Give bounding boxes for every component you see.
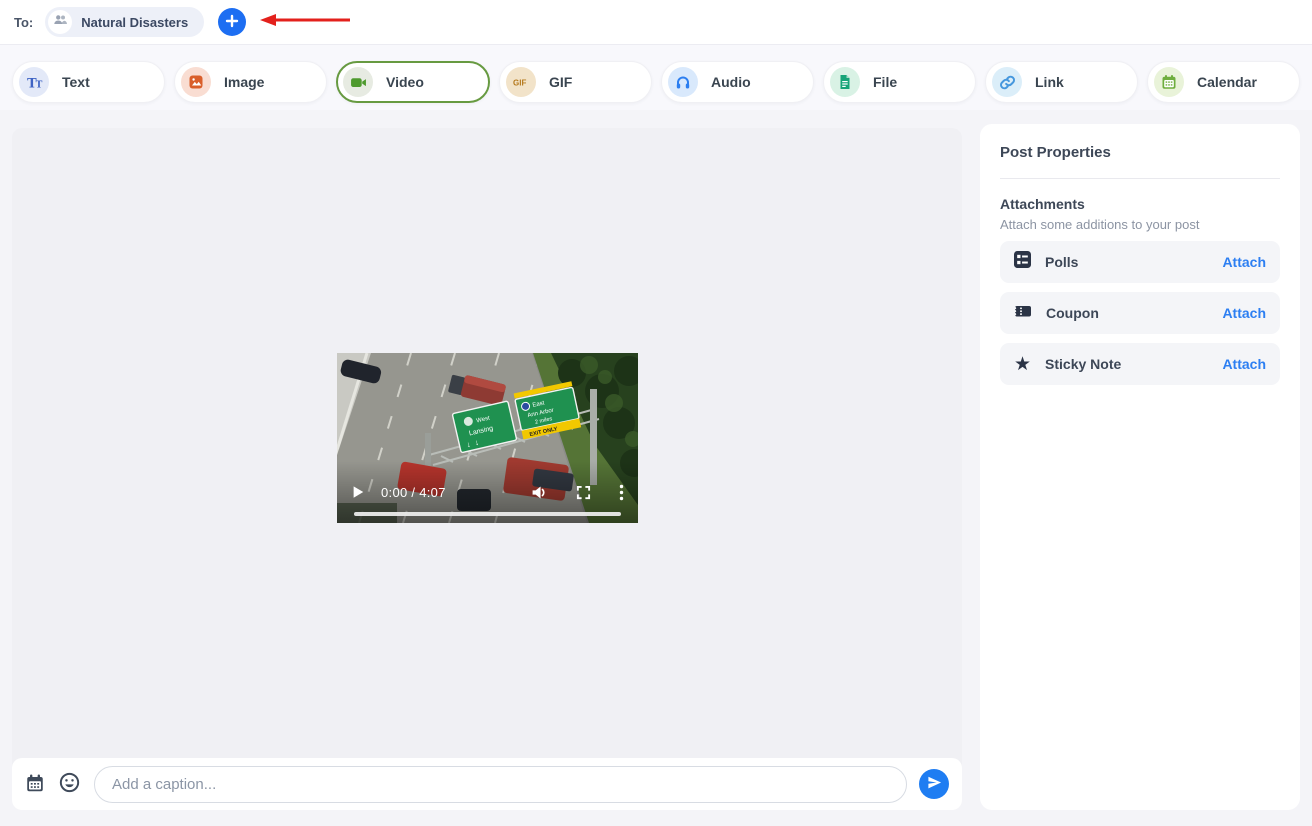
video-progress-bar[interactable] bbox=[354, 512, 621, 516]
recipient-bar: To: Natural Disasters bbox=[0, 0, 1312, 45]
avatar bbox=[48, 10, 73, 34]
send-button[interactable] bbox=[919, 769, 949, 799]
video-time-display: 0:00 / 4:07 bbox=[381, 484, 446, 500]
recipient-chip-label: Natural Disasters bbox=[81, 14, 189, 30]
emoji-smile-icon bbox=[59, 772, 80, 796]
calendar-icon bbox=[25, 773, 45, 796]
tab-label: Calendar bbox=[1197, 74, 1257, 90]
attachment-label: Coupon bbox=[1046, 305, 1099, 321]
coupon-icon bbox=[1013, 303, 1032, 324]
tab-video[interactable]: Video bbox=[336, 61, 490, 103]
emoji-button[interactable] bbox=[59, 772, 80, 796]
tab-label: File bbox=[873, 74, 898, 90]
attachment-label: Sticky Note bbox=[1045, 356, 1122, 372]
headphones-icon bbox=[668, 67, 698, 97]
star-icon: ★ bbox=[1014, 353, 1032, 375]
tab-image[interactable]: Image bbox=[174, 61, 327, 103]
recipient-chip[interactable]: Natural Disasters bbox=[45, 7, 205, 37]
attach-polls-button[interactable]: Attach bbox=[1222, 254, 1266, 270]
svg-text:GIF: GIF bbox=[513, 79, 526, 88]
tab-label: Text bbox=[62, 74, 90, 90]
add-recipient-button[interactable] bbox=[218, 8, 247, 36]
post-properties-panel: Post Properties Attachments Attach some … bbox=[980, 124, 1300, 810]
tab-label: Image bbox=[224, 74, 265, 90]
attach-coupon-button[interactable]: Attach bbox=[1222, 305, 1266, 321]
caption-bar bbox=[12, 758, 962, 810]
play-button[interactable] bbox=[351, 485, 365, 499]
plus-icon bbox=[225, 14, 239, 31]
panel-title: Post Properties bbox=[1000, 144, 1280, 179]
attachment-row-polls: Polls Attach bbox=[1000, 241, 1280, 283]
video-player[interactable]: West Lansing ↓ ↓ East Ann Arbor 2 miles … bbox=[337, 353, 638, 523]
caption-input[interactable] bbox=[94, 765, 907, 803]
tab-text[interactable]: TT Text bbox=[12, 61, 165, 103]
attach-sticky-note-button[interactable]: Attach bbox=[1222, 356, 1266, 372]
attachments-heading: Attachments bbox=[1000, 196, 1085, 212]
post-preview-canvas: West Lansing ↓ ↓ East Ann Arbor 2 miles … bbox=[12, 128, 962, 810]
gif-icon: GIF bbox=[506, 67, 536, 97]
attachments-subtitle: Attach some additions to your post bbox=[1000, 217, 1200, 232]
post-type-tabs: TT Text Image Video GIF GIF Audio File L… bbox=[0, 45, 1312, 110]
link-icon bbox=[992, 67, 1022, 97]
more-options-icon[interactable] bbox=[619, 484, 624, 501]
attachment-row-coupon: Coupon Attach bbox=[1000, 292, 1280, 334]
text-icon: TT bbox=[19, 67, 49, 97]
tab-audio[interactable]: Audio bbox=[661, 61, 814, 103]
image-icon bbox=[181, 67, 211, 97]
schedule-button[interactable] bbox=[25, 773, 45, 796]
video-camera-icon bbox=[343, 67, 373, 97]
tab-calendar[interactable]: Calendar bbox=[1147, 61, 1300, 103]
fullscreen-button[interactable] bbox=[576, 485, 591, 500]
group-icon bbox=[53, 12, 68, 32]
send-paper-plane-icon bbox=[927, 775, 942, 793]
poll-icon bbox=[1014, 251, 1031, 273]
tab-label: GIF bbox=[549, 74, 573, 90]
tab-file[interactable]: File bbox=[823, 61, 976, 103]
tab-label: Video bbox=[386, 74, 424, 90]
tab-link[interactable]: Link bbox=[985, 61, 1138, 103]
tab-label: Link bbox=[1035, 74, 1064, 90]
tab-label: Audio bbox=[711, 74, 751, 90]
volume-button[interactable] bbox=[531, 484, 548, 501]
red-arrow-annotation-icon bbox=[258, 12, 353, 33]
video-controls: 0:00 / 4:07 bbox=[337, 479, 638, 505]
tab-gif[interactable]: GIF GIF bbox=[499, 61, 652, 103]
svg-text:T: T bbox=[35, 80, 42, 90]
attachment-label: Polls bbox=[1045, 254, 1079, 270]
to-label: To: bbox=[14, 14, 34, 30]
calendar-icon bbox=[1154, 67, 1184, 97]
attachment-row-sticky-note: ★ Sticky Note Attach bbox=[1000, 343, 1280, 385]
file-icon bbox=[830, 67, 860, 97]
